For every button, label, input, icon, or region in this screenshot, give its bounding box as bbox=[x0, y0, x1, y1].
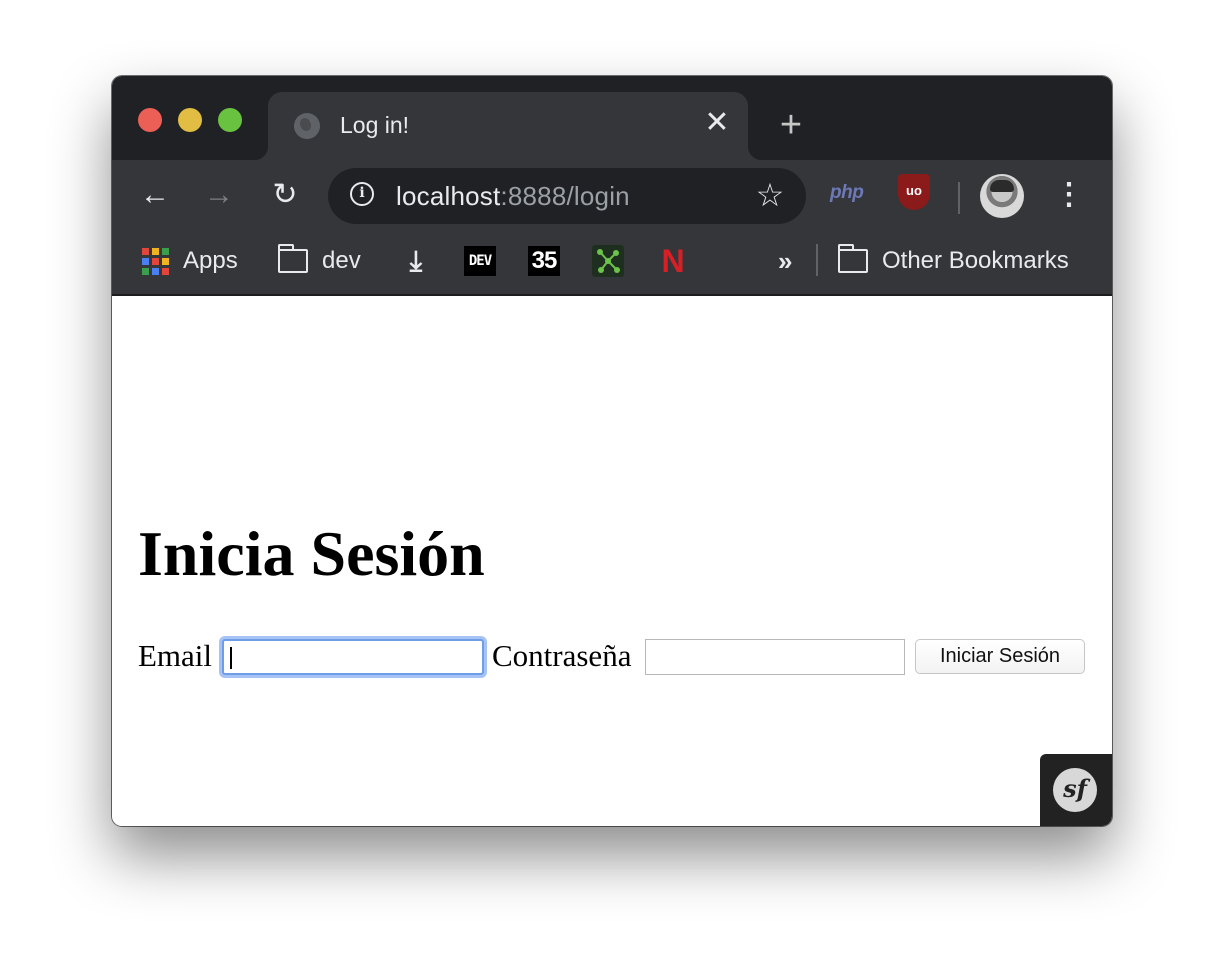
bookmark-35[interactable]: 35 bbox=[528, 228, 560, 294]
tab-active[interactable]: Log in! ✕ bbox=[254, 92, 762, 160]
email-field[interactable] bbox=[222, 639, 484, 675]
apps-grid-dot bbox=[152, 257, 159, 265]
bookmarks-bar: Apps dev ⤓ DEV 35 N » Other Bookmarks bbox=[112, 228, 1112, 296]
apps-grid-dot bbox=[162, 267, 169, 275]
bookmark-graph[interactable] bbox=[592, 228, 624, 294]
folder-icon bbox=[837, 244, 868, 273]
symfony-logo-icon: sf bbox=[1053, 768, 1097, 812]
bookmark-folder-dev[interactable]: dev bbox=[277, 228, 361, 294]
url-text[interactable]: localhost:8888/login bbox=[396, 181, 630, 212]
login-submit-button[interactable]: Iniciar Sesión bbox=[915, 639, 1085, 674]
close-window-button[interactable] bbox=[138, 108, 162, 132]
new-tab-button[interactable]: + bbox=[774, 106, 808, 144]
network-graph-icon bbox=[592, 245, 624, 277]
title-bar: Log in! ✕ + bbox=[112, 76, 1112, 160]
apps-grid-dot bbox=[142, 267, 149, 275]
navigation-toolbar: ← → ↻ i localhost:8888/login ☆ php uo ⋮ bbox=[112, 160, 1112, 228]
page-content: Inicia Sesión Email Contraseña Iniciar S… bbox=[112, 296, 1112, 826]
password-label: Contraseña bbox=[492, 638, 632, 673]
page-title: Inicia Sesión bbox=[138, 518, 485, 589]
bookmark-apps-label: Apps bbox=[183, 247, 238, 274]
text-caret bbox=[230, 647, 232, 669]
network-graph-svg bbox=[597, 249, 620, 273]
bookmark-download[interactable]: ⤓ bbox=[402, 228, 430, 294]
info-icon[interactable]: i bbox=[350, 182, 374, 206]
forward-button[interactable]: → bbox=[202, 178, 236, 212]
bookmark-dev-to[interactable]: DEV bbox=[464, 228, 496, 294]
apps-grid-dot bbox=[162, 257, 169, 265]
netflix-logo-icon: N bbox=[661, 243, 685, 279]
email-label: Email bbox=[138, 638, 213, 673]
bookmark-star-icon[interactable]: ☆ bbox=[752, 177, 788, 213]
download-icon: ⤓ bbox=[409, 245, 423, 276]
globe-icon bbox=[294, 113, 320, 139]
bookmark-apps[interactable]: Apps bbox=[142, 228, 238, 294]
bookmark-netflix[interactable]: N bbox=[660, 228, 686, 294]
double-chevron-icon: » bbox=[778, 245, 793, 276]
php-extension-icon[interactable]: php bbox=[830, 182, 864, 204]
apps-grid-dot bbox=[142, 257, 149, 265]
minimize-window-button[interactable] bbox=[178, 108, 202, 132]
url-host: localhost bbox=[396, 181, 501, 211]
bookmark-dev-label: dev bbox=[322, 247, 361, 274]
more-menu-icon[interactable]: ⋮ bbox=[1054, 178, 1084, 212]
password-field[interactable] bbox=[645, 639, 905, 675]
ublock-extension-icon[interactable]: uo bbox=[898, 174, 930, 210]
thirty-five-logo-icon: 35 bbox=[528, 246, 560, 276]
reload-button[interactable]: ↻ bbox=[268, 178, 302, 212]
url-path: :8888/login bbox=[500, 181, 630, 211]
tab-title: Log in! bbox=[340, 112, 410, 138]
apps-grid-dot bbox=[152, 267, 159, 275]
address-bar[interactable]: i localhost:8888/login ☆ bbox=[328, 168, 806, 224]
bookmark-other-bookmarks[interactable]: Other Bookmarks bbox=[837, 228, 1069, 294]
symfony-debug-toolbar[interactable]: sf bbox=[1040, 754, 1112, 826]
bookmarks-overflow-button[interactable]: » bbox=[778, 228, 792, 294]
browser-window: Log in! ✕ + ← → ↻ i localhost:8888/login… bbox=[112, 76, 1112, 826]
maximize-window-button[interactable] bbox=[218, 108, 242, 132]
apps-grid-dot bbox=[142, 247, 149, 255]
dev-logo-icon: DEV bbox=[464, 246, 496, 276]
close-icon[interactable]: ✕ bbox=[702, 108, 732, 138]
bookmarks-divider bbox=[816, 244, 818, 276]
toolbar-divider bbox=[958, 182, 960, 214]
profile-avatar[interactable] bbox=[980, 174, 1024, 218]
apps-grid-dot bbox=[162, 247, 169, 255]
apps-grid-dot bbox=[152, 247, 159, 255]
folder-icon bbox=[277, 244, 308, 273]
back-button[interactable]: ← bbox=[138, 178, 172, 212]
apps-grid-icon bbox=[142, 247, 169, 275]
other-bookmarks-label: Other Bookmarks bbox=[882, 247, 1069, 274]
